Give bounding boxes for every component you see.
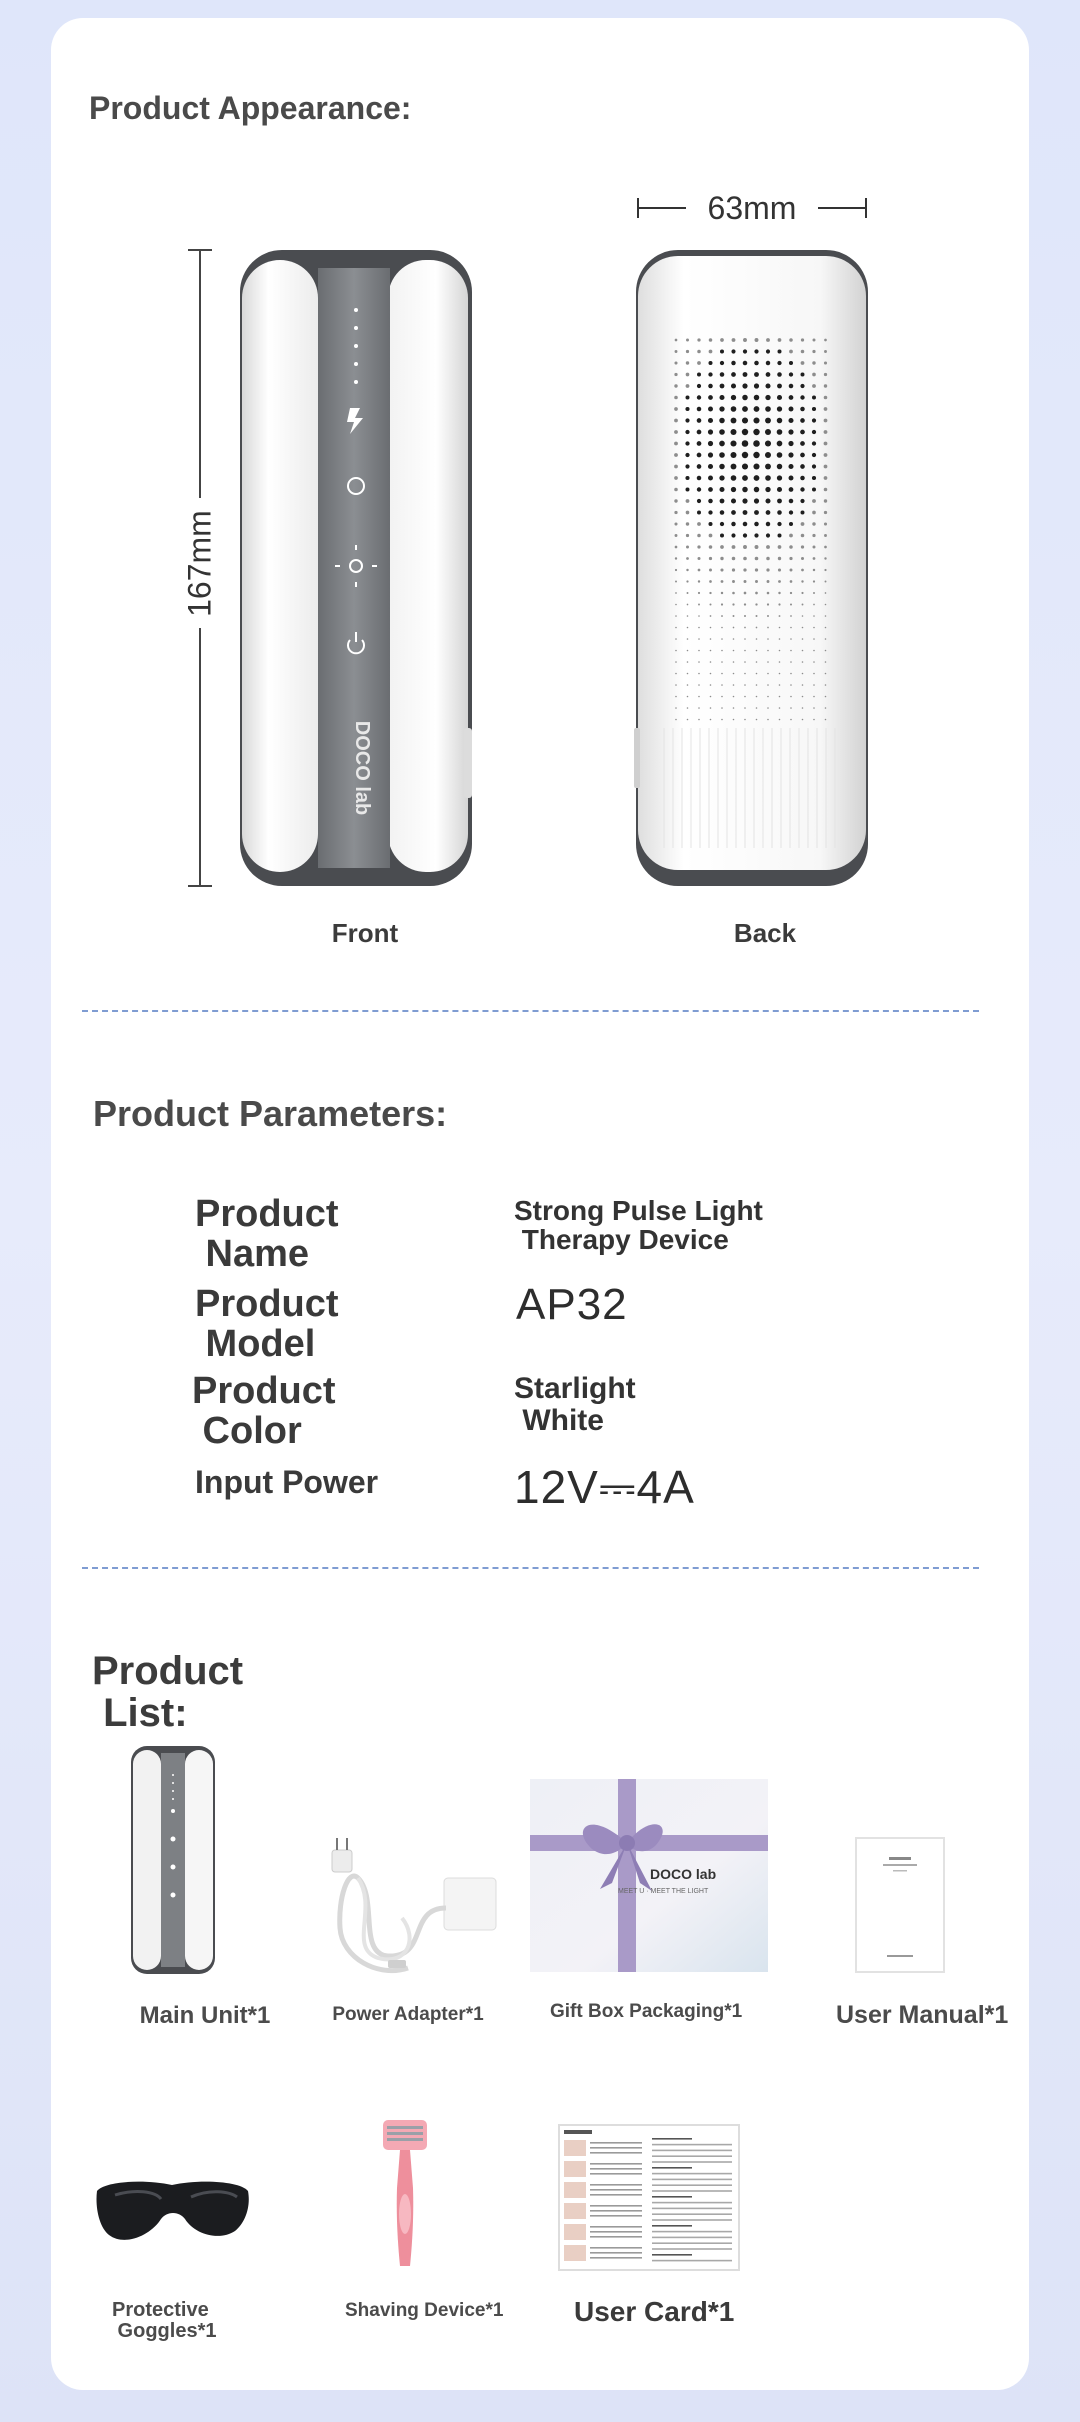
param-value-input-power: 12V⎓4A — [514, 1461, 695, 1513]
param-value-product-color: Starlight White — [514, 1372, 636, 1437]
item-label-user-manual: User Manual*1 — [836, 2001, 1009, 2029]
item-label-gift-box: Gift Box Packaging*1 — [550, 2001, 743, 2022]
device-front-image: DOCO lab — [238, 248, 474, 888]
item-label-main-unit: Main Unit*1 — [139, 2002, 271, 2029]
svg-text:MEET U · MEET THE LIGHT: MEET U · MEET THE LIGHT — [618, 1888, 709, 1895]
device-logo: DOCO lab — [351, 721, 373, 815]
gift-box-icon: DOCO lab MEET U · MEET THE LIGHT — [530, 1779, 768, 1972]
parameters-title: Product Parameters: — [93, 1093, 448, 1134]
item-label-goggles: Protective Goggles*1 — [112, 2299, 217, 2342]
device-icon — [130, 1745, 216, 1975]
adapter-icon — [318, 1838, 498, 1983]
param-value-product-model: AP32 — [516, 1280, 628, 1329]
front-label: Front — [331, 918, 399, 948]
item-label-user-card: User Card*1 — [574, 2296, 735, 2327]
param-name-input-power: Input Power — [195, 1464, 379, 1500]
appearance-title: Product Appearance: — [89, 90, 412, 126]
svg-text:DOCO lab: DOCO lab — [650, 1866, 716, 1882]
width-dimension-label: 63mm — [707, 190, 797, 226]
manual-icon — [855, 1837, 945, 1973]
param-name-product-color: Product Color — [192, 1370, 336, 1452]
item-label-power-adapter: Power Adapter*1 — [332, 2004, 484, 2025]
separator-2 — [82, 1567, 979, 1569]
param-name-product-model: Product Model — [195, 1283, 339, 1365]
card-icon — [558, 2124, 740, 2271]
param-value-product-name: Strong Pulse Light Therapy Device — [514, 1195, 763, 1256]
goggles-icon — [95, 2177, 250, 2255]
product-list-title: Product List: — [92, 1649, 244, 1735]
razor-icon — [380, 2118, 430, 2270]
separator-1 — [82, 1010, 979, 1012]
item-label-razor: Shaving Device*1 — [345, 2300, 504, 2321]
height-dimension-label: 167mm — [181, 510, 218, 617]
back-label: Back — [733, 918, 797, 948]
device-back-image — [634, 248, 870, 888]
param-name-product-name: Product Name — [195, 1193, 339, 1275]
